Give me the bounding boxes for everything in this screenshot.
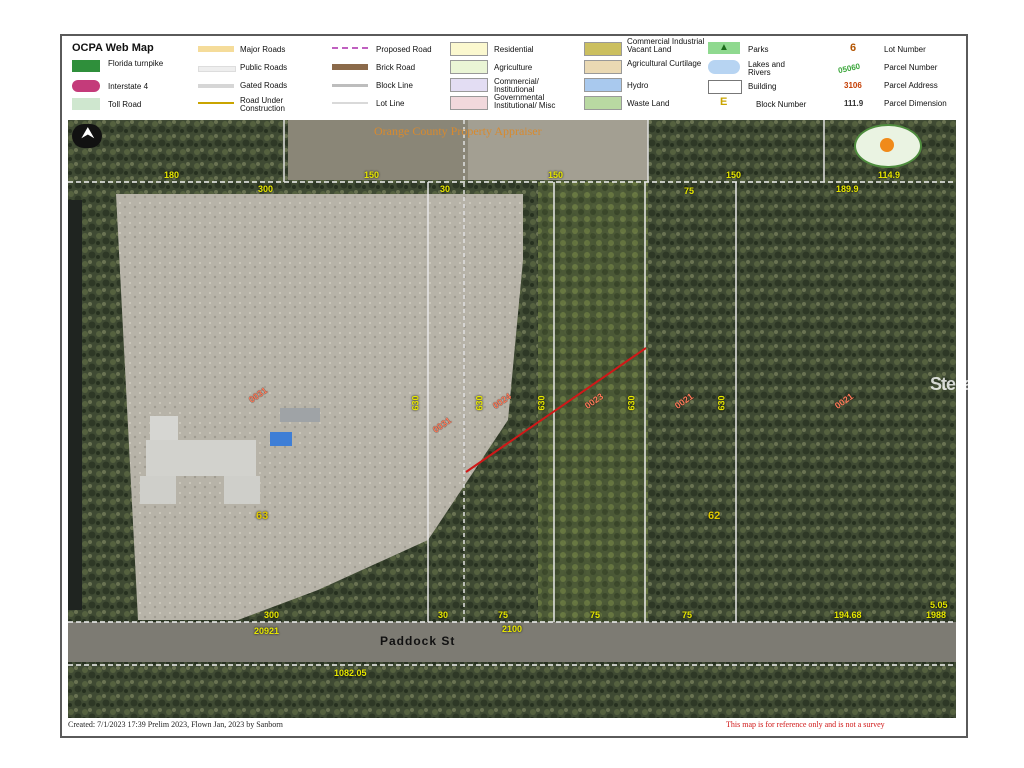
waste-land-swatch [584, 96, 622, 110]
parcel-address-sample: 3106 [844, 81, 862, 90]
dim-top-2: 300 [258, 184, 274, 194]
dim-1082: 1082.05 [334, 668, 367, 678]
legend-item-residential: Residential [494, 45, 534, 54]
legend-item-lakes: Lakes and Rivers [748, 60, 785, 77]
dim-top-7: 150 [726, 170, 742, 180]
public-roads-swatch [198, 66, 236, 72]
legend-item-block-number: Block Number [756, 100, 807, 109]
legend-item-hydro: Hydro [627, 81, 649, 90]
block-number-62: 62 [708, 510, 721, 522]
legend-item-parcel-number: Parcel Number [884, 63, 938, 72]
legend-item-parcel-address: Parcel Address [884, 81, 938, 90]
legend-item-proposed-road: Proposed Road [376, 45, 432, 54]
block-line-swatch [332, 84, 368, 87]
address-20921: 20921 [254, 626, 280, 636]
dim-side-1: 630 [410, 395, 421, 411]
seal-emblem-icon [880, 138, 894, 152]
dim-bottom-2: 30 [438, 610, 449, 620]
dim-bottom-4: 75 [590, 610, 601, 620]
legend-item-public-roads: Public Roads [240, 63, 288, 72]
lot-number-sample: 6 [850, 42, 857, 54]
dim-bottom-6: 194.68 [834, 610, 862, 620]
dim-side-5: 630 [716, 395, 727, 411]
aerial-imagery [68, 120, 956, 728]
industrial-swatch [584, 42, 622, 56]
legend-item-lot-number: Lot Number [884, 45, 926, 54]
street-label: Paddock St [380, 634, 456, 648]
dim-top-8: 189.9 [836, 184, 859, 194]
north-arrow-button[interactable]: ⮝ [72, 124, 102, 148]
created-note: Created: 7/1/2023 17:39 Prelim 2023, Flo… [68, 720, 283, 729]
dim-top-6: 75 [684, 186, 695, 196]
disclaimer: This map is for reference only and is no… [726, 720, 885, 729]
lot-line-swatch [332, 102, 368, 104]
governmental-swatch [450, 96, 488, 110]
map-footer: Created: 7/1/2023 17:39 Prelim 2023, Flo… [62, 718, 962, 732]
commercial-swatch [450, 78, 488, 92]
block-number-sample: E [720, 96, 728, 108]
north-arrow-icon: ⮝ [81, 125, 95, 142]
legend-item-ag-curtilage: Agricultural Curtilage [627, 59, 702, 68]
legend-item-parcel-dimension: Parcel Dimension [884, 99, 947, 108]
legend-item-governmental: Governmental Institutional/ Misc [494, 93, 556, 110]
toll-road-swatch [72, 98, 100, 110]
agriculture-swatch [450, 60, 488, 74]
lakes-swatch [708, 60, 740, 74]
legend-item-major-roads: Major Roads [240, 45, 286, 54]
road-construction-swatch [198, 102, 234, 104]
legend-item-gated-roads: Gated Roads [240, 81, 288, 90]
hydro-swatch [584, 78, 622, 92]
brick-road-swatch [332, 64, 368, 70]
legend-item-road-construction: Road Under Construction [240, 96, 285, 113]
appraiser-seal [854, 124, 922, 168]
mls-watermark: StellarMLS [930, 374, 1014, 394]
dim-top-1: 180 [164, 170, 180, 180]
legend-item-building: Building [748, 82, 777, 91]
aerial-map[interactable]: Orange County Property Appraiser ⮝ 180 3… [68, 120, 956, 728]
legend-item-industrial: Commercial Industrial Vacant Land [627, 37, 705, 54]
tree-icon: ▲ [719, 42, 729, 53]
residential-swatch [450, 42, 488, 56]
dim-bottom-3: 75 [498, 610, 509, 620]
legend-title: OCPA Web Map [72, 42, 154, 54]
dim-bottom-1: 300 [264, 610, 280, 620]
building-swatch [708, 80, 742, 94]
legend-item-parks: Parks [748, 45, 769, 54]
block-number-63: 63 [256, 510, 269, 522]
legend-item-toll-road: Toll Road [108, 100, 142, 109]
address-2100: 2100 [502, 624, 523, 634]
dim-bottom-8: 1988 [926, 610, 947, 620]
major-roads-swatch [198, 46, 234, 52]
gated-roads-swatch [198, 84, 234, 88]
legend-item-turnpike: Florida turnpike [108, 59, 164, 68]
parcel-number-sample: 05060 [837, 61, 861, 76]
dim-side-2: 630 [474, 395, 485, 411]
legend-item-commercial: Commercial/ Institutional [494, 77, 539, 94]
interstate-swatch [72, 80, 100, 92]
dim-top-4: 30 [440, 184, 451, 194]
dim-top-9: 114.9 [878, 170, 901, 180]
legend-item-block-line: Block Line [376, 81, 413, 90]
legend-item-interstate: Interstate 4 [108, 82, 149, 91]
legend-item-waste-land: Waste Land [627, 99, 670, 108]
proposed-road-swatch [332, 47, 368, 51]
parcel-dimension-sample: 111.9 [844, 99, 864, 108]
ag-curtilage-swatch [584, 60, 622, 74]
dim-side-4: 630 [626, 395, 637, 411]
parks-swatch: ▲ [708, 42, 740, 54]
dim-side-3: 630 [536, 395, 547, 411]
legend-item-brick-road: Brick Road [376, 63, 416, 72]
dim-bottom-7: 5.05 [930, 600, 948, 610]
dim-bottom-5: 75 [682, 610, 693, 620]
legend-item-agriculture: Agriculture [494, 63, 533, 72]
turnpike-swatch [72, 60, 100, 72]
dim-top-5: 150 [548, 170, 564, 180]
legend-item-lot-line: Lot Line [376, 99, 405, 108]
map-legend: OCPA Web Map Florida turnpike Interstate… [62, 36, 962, 120]
county-header: Orange County Property Appraiser [374, 124, 542, 138]
dim-top-3: 150 [364, 170, 380, 180]
